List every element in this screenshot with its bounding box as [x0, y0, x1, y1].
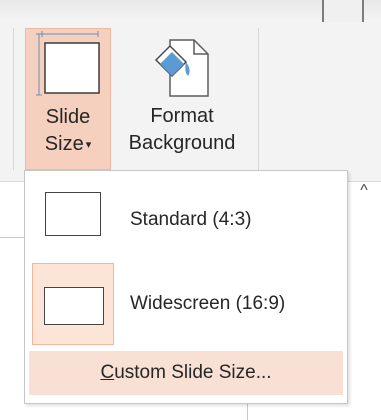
- slide-size-label-text: Size: [44, 133, 84, 155]
- format-background-button[interactable]: Format Background: [117, 28, 247, 170]
- menu-item-widescreen[interactable]: Widescreen (16:9): [32, 263, 338, 345]
- format-background-label-line2: Background: [128, 132, 236, 154]
- slide-size-icon: [36, 31, 100, 96]
- widescreen-thumbnail: [32, 263, 114, 345]
- slide-4-3-icon: [45, 192, 101, 236]
- paint-bucket-icon: [154, 39, 209, 97]
- background-fragment: [322, 0, 364, 22]
- custom-slide-size-button[interactable]: Custom Slide Size...: [29, 351, 343, 395]
- slide-size-label-line1: Slide: [45, 106, 91, 128]
- standard-thumbnail: [32, 179, 114, 261]
- window-background-strip: [0, 0, 381, 22]
- menu-item-label: Standard (4:3): [130, 209, 252, 230]
- slide-size-label-line2: Size ▾: [26, 132, 110, 157]
- slide-size-button[interactable]: Slide Size ▾: [25, 28, 111, 170]
- ribbon-group-separator: [258, 28, 259, 170]
- collapse-ribbon-icon[interactable]: ^: [353, 180, 375, 202]
- custom-slide-size-label: ustom Slide Size...: [114, 362, 272, 383]
- ribbon-group-separator: [13, 28, 14, 170]
- format-background-label-line1: Format: [150, 105, 214, 127]
- slide-size-dropdown-menu: Standard (4:3) Widescreen (16:9) Custom …: [24, 170, 348, 404]
- slide-16-9-icon: [44, 287, 104, 325]
- chevron-down-icon: ▾: [85, 139, 92, 151]
- mnemonic-letter: C: [100, 362, 115, 383]
- menu-item-label: Widescreen (16:9): [130, 293, 286, 314]
- menu-item-standard[interactable]: Standard (4:3): [32, 179, 338, 261]
- pane-border: [0, 237, 24, 238]
